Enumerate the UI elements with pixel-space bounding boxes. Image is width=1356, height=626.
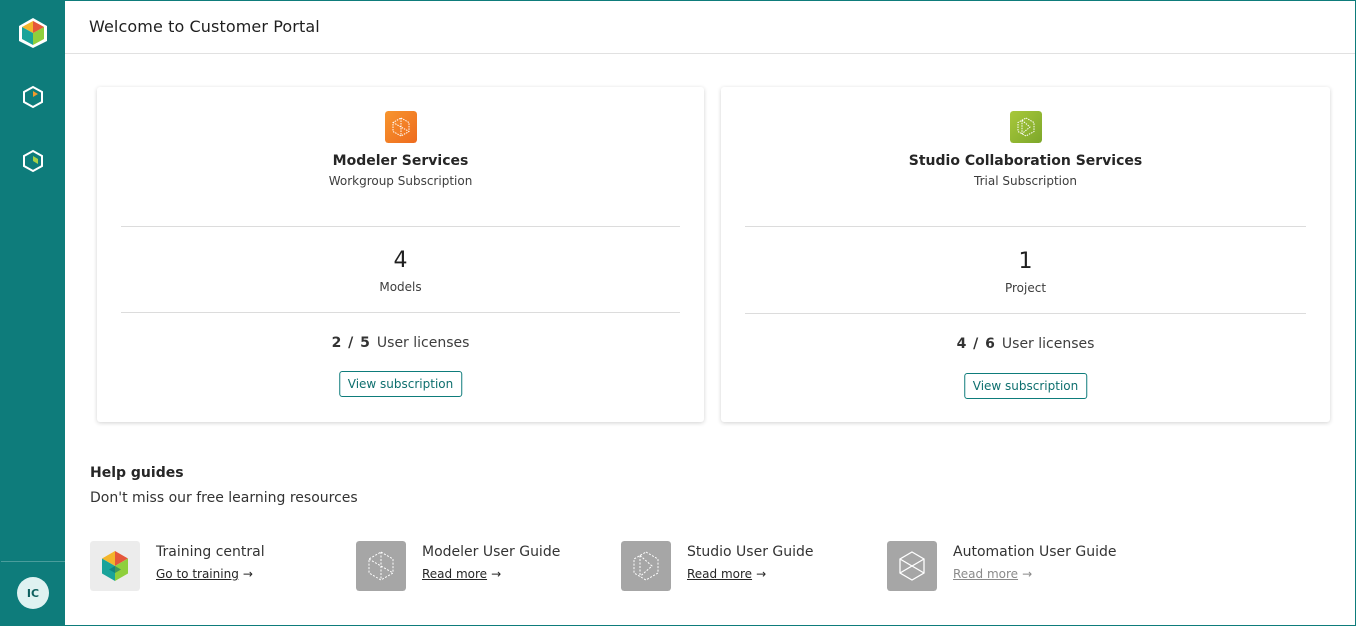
page-header: Welcome to Customer Portal [65,1,1355,54]
guide-title: Modeler User Guide [422,544,561,560]
subscription-type: Trial Subscription [974,174,1077,188]
training-central-icon [90,541,140,591]
licenses-count: 4 / 6 [956,336,996,352]
card-divider [745,226,1306,227]
read-more-link[interactable]: Read more → [953,567,1032,581]
view-subscription-button[interactable]: View subscription [338,371,463,397]
link-text[interactable]: Read more [953,567,1018,581]
user-licenses: 4 / 6 User licenses [721,336,1330,352]
arrow-right-icon: → [1022,567,1033,581]
models-count-label: Models [379,280,422,294]
modeler-guide-icon [356,541,406,591]
arrow-right-icon: → [491,567,502,581]
link-text[interactable]: Go to training [156,567,239,581]
arrow-right-icon: → [756,567,767,581]
app-logo-icon[interactable] [17,17,49,49]
product-name: Modeler Services [332,153,469,169]
read-more-link[interactable]: Read more → [687,567,766,581]
link-text[interactable]: Read more [687,567,752,581]
licenses-label: User licenses [1001,336,1095,352]
studio-collaboration-card: Studio Collaboration Services Trial Subs… [721,87,1330,422]
modeler-services-card: Modeler Services Workgroup Subscription … [97,87,704,422]
automation-guide-icon [887,541,937,591]
studio-guide-icon [621,541,671,591]
guide-title: Automation User Guide [953,544,1117,560]
licenses-label: User licenses [376,335,470,351]
user-avatar[interactable]: IC [17,577,49,609]
studio-nav-icon[interactable] [21,149,45,173]
guide-title: Studio User Guide [687,544,814,560]
read-more-link[interactable]: Read more → [422,567,501,581]
card-divider [745,313,1306,314]
product-name: Studio Collaboration Services [908,153,1143,169]
link-text[interactable]: Read more [422,567,487,581]
view-subscription-button[interactable]: View subscription [963,373,1088,399]
projects-count-label: Project [1004,281,1047,295]
sidebar-divider [1,561,65,562]
user-licenses: 2 / 5 User licenses [97,335,704,351]
projects-count: 1 [1018,249,1033,274]
sidebar: IC [1,1,65,625]
page-title: Welcome to Customer Portal [89,17,320,36]
arrow-right-icon: → [242,567,253,581]
models-count: 4 [393,248,408,273]
help-guides-subtitle: Don't miss our free learning resources [90,490,358,506]
subscription-type: Workgroup Subscription [328,174,473,188]
guide-title: Training central [156,544,265,560]
licenses-count: 2 / 5 [331,335,371,351]
go-to-training-link[interactable]: Go to training → [156,567,253,581]
studio-product-icon [1009,111,1042,143]
modeler-nav-icon[interactable] [21,85,45,109]
card-divider [121,226,680,227]
modeler-product-icon [384,111,417,143]
card-divider [121,312,680,313]
help-guides-title: Help guides [90,465,184,481]
